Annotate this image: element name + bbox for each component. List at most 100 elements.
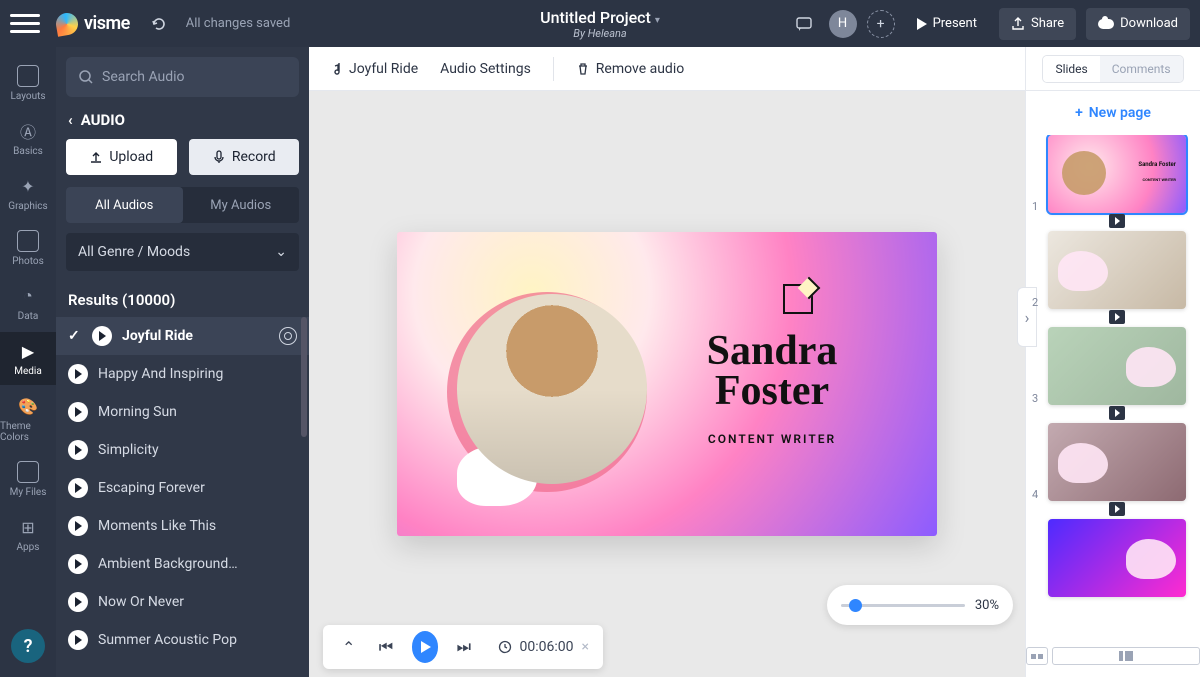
slide-thumb-2[interactable] <box>1048 231 1186 309</box>
track-item[interactable]: Happy And Inspiring <box>56 355 309 393</box>
rail-data[interactable]: ◔Data <box>0 277 56 330</box>
zoom-slider[interactable] <box>841 604 965 607</box>
graphics-icon: ✦ <box>17 175 39 197</box>
track-item[interactable]: Ambient Background… <box>56 545 309 583</box>
play-indicator-icon <box>1109 310 1125 324</box>
zoom-control[interactable]: 30% <box>827 585 1013 625</box>
track-item[interactable]: Morning Sun <box>56 393 309 431</box>
share-button[interactable]: Share <box>999 8 1076 40</box>
layouts-icon <box>17 65 39 87</box>
present-button[interactable]: Present <box>905 8 989 40</box>
search-icon <box>78 69 94 85</box>
track-item[interactable]: Now Or Never <box>56 583 309 621</box>
search-input[interactable]: Search Audio <box>66 57 299 97</box>
clock-icon <box>498 640 512 654</box>
chevron-down-icon: ⌄ <box>275 244 287 260</box>
track-item[interactable]: Simplicity <box>56 431 309 469</box>
play-icon[interactable] <box>68 440 88 460</box>
check-icon: ✓ <box>68 328 82 344</box>
share-icon <box>1011 17 1025 31</box>
slide-thumb-1[interactable]: Sandra Foster CONTENT WRITER <box>1048 135 1186 213</box>
project-title-block[interactable]: Untitled Project▾ By Heleana <box>540 8 660 40</box>
comments-button[interactable] <box>789 9 819 39</box>
ctx-audio-settings[interactable]: Audio Settings <box>440 61 531 77</box>
track-item[interactable]: Escaping Forever <box>56 469 309 507</box>
slides-panel: Slides Comments + New page 1 Sandra Fost… <box>1025 47 1200 677</box>
results-count: Results (10000) <box>56 283 309 317</box>
slide-thumb-5[interactable] <box>1048 519 1186 597</box>
scrollbar[interactable] <box>301 317 307 437</box>
apps-icon: ⊞ <box>17 516 39 538</box>
media-icon: ▶ <box>17 340 39 362</box>
download-button[interactable]: Download <box>1086 8 1190 40</box>
ctx-remove-audio[interactable]: Remove audio <box>576 61 684 77</box>
play-indicator-icon <box>1109 214 1125 228</box>
gear-icon[interactable] <box>279 327 297 345</box>
add-collaborator-button[interactable]: + <box>867 10 895 38</box>
rail-media[interactable]: ▶Media <box>0 332 56 385</box>
rail-graphics[interactable]: ✦Graphics <box>0 167 56 220</box>
cloud-icon <box>1098 19 1114 29</box>
logo-text: visme <box>84 13 130 34</box>
tab-slides[interactable]: Slides <box>1043 56 1099 82</box>
rail-layouts[interactable]: Layouts <box>0 57 56 110</box>
track-item[interactable]: Moments Like This <box>56 507 309 545</box>
genre-dropdown[interactable]: All Genre / Moods ⌄ <box>66 233 299 271</box>
slide-number: 2 <box>1032 296 1042 309</box>
track-item[interactable]: Summer Acoustic Pop <box>56 621 309 659</box>
ctx-current-track[interactable]: Joyful Ride <box>331 61 418 77</box>
rail-theme-colors[interactable]: 🎨Theme Colors <box>0 387 56 451</box>
rail-apps[interactable]: ⊞Apps <box>0 508 56 561</box>
save-status: All changes saved <box>186 16 291 31</box>
play-button[interactable] <box>412 631 439 663</box>
note-icon <box>331 62 343 76</box>
play-icon[interactable] <box>68 516 88 536</box>
chevron-left-icon: ‹ <box>68 111 73 129</box>
right-tabs: Slides Comments <box>1042 55 1183 83</box>
zoom-handle[interactable] <box>849 599 862 612</box>
divider <box>553 57 554 81</box>
rail-basics[interactable]: ⒶBasics <box>0 112 56 165</box>
rail-my-files[interactable]: My Files <box>0 453 56 506</box>
help-button[interactable]: ? <box>11 629 45 663</box>
grid-view-button[interactable] <box>1026 647 1048 665</box>
play-icon[interactable] <box>68 554 88 574</box>
slide-canvas[interactable]: Sandra Foster CONTENT WRITER <box>397 232 937 536</box>
slide-number: 1 <box>1032 200 1042 213</box>
play-icon[interactable] <box>68 630 88 650</box>
time-display: 00:06:00 × <box>498 639 589 655</box>
tab-my-audios[interactable]: My Audios <box>183 187 300 223</box>
pencil-icon <box>783 284 813 314</box>
slide-thumb-4[interactable] <box>1048 423 1186 501</box>
upload-button[interactable]: Upload <box>66 139 177 175</box>
back-audio[interactable]: ‹ AUDIO <box>56 105 309 139</box>
play-icon[interactable] <box>68 478 88 498</box>
track-item[interactable]: ✓ Joyful Ride <box>56 317 309 355</box>
menu-button[interactable] <box>10 9 40 39</box>
rail-photos[interactable]: Photos <box>0 222 56 275</box>
record-button[interactable]: Record <box>189 139 300 175</box>
play-icon[interactable] <box>68 364 88 384</box>
tab-all-audios[interactable]: All Audios <box>66 187 183 223</box>
data-icon: ◔ <box>17 285 39 307</box>
slide-thumb-3[interactable] <box>1048 327 1186 405</box>
prev-button[interactable]: ⏮ <box>374 633 397 661</box>
logo-mark-icon <box>54 11 79 36</box>
play-icon[interactable] <box>68 402 88 422</box>
logo[interactable]: visme <box>56 13 130 35</box>
new-page-button[interactable]: + New page <box>1026 91 1200 135</box>
collapse-button[interactable]: ⌃ <box>337 633 360 661</box>
undo-button[interactable] <box>144 9 174 39</box>
close-icon[interactable]: × <box>582 639 589 655</box>
left-rail: Layouts ⒶBasics ✦Graphics Photos ◔Data ▶… <box>0 47 56 677</box>
list-view-button[interactable] <box>1052 647 1200 665</box>
plus-icon: + <box>1075 105 1083 121</box>
play-icon[interactable] <box>68 592 88 612</box>
avatar[interactable]: H <box>829 10 857 38</box>
audio-tabs: All Audios My Audios <box>66 187 299 223</box>
next-button[interactable]: ⏭ <box>452 633 475 661</box>
tab-comments[interactable]: Comments <box>1100 56 1183 82</box>
project-author: By Heleana <box>540 27 660 40</box>
headshot-photo <box>457 294 647 484</box>
play-icon[interactable] <box>92 326 112 346</box>
